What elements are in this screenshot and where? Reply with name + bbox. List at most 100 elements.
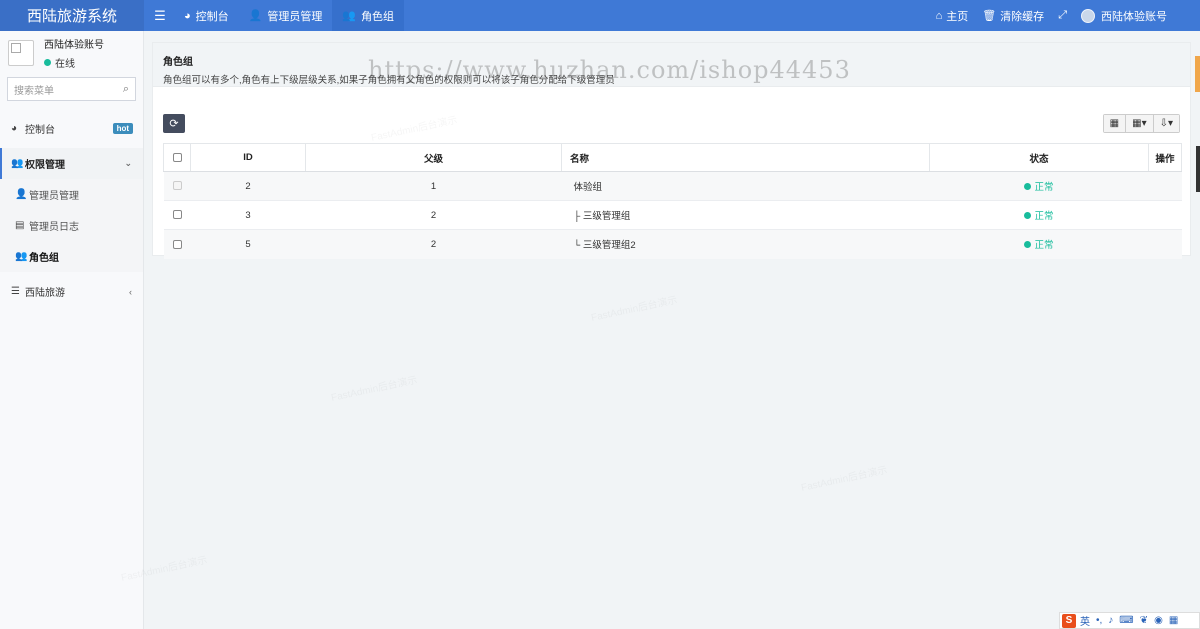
status-dot-icon xyxy=(1024,240,1032,248)
list-alt-icon: ▤ xyxy=(15,220,25,231)
cell-id: 2 xyxy=(190,171,306,201)
table-row[interactable]: 2 1 体验组 正常 xyxy=(163,171,1182,201)
export-icon: ⇩▾ xyxy=(1159,117,1173,129)
cell-actions xyxy=(1148,171,1182,201)
app-logo[interactable]: 西陆旅游系统 xyxy=(0,0,144,31)
users-icon: 👥 xyxy=(11,158,24,169)
row-checkbox[interactable] xyxy=(172,210,182,220)
cell-actions xyxy=(1148,200,1182,230)
account-menu[interactable]: 西陆体验账号 xyxy=(1074,8,1174,24)
user-panel: 西陆体验账号 在线 xyxy=(0,31,143,75)
watermark: FastAdmin后台演示 xyxy=(799,461,888,494)
refresh-button[interactable]: ⟳ xyxy=(163,113,185,133)
clear-cache-button[interactable]: 🗑 清除缓存 xyxy=(975,8,1051,24)
row-checkbox-cell xyxy=(163,200,191,230)
cell-status: 正常 xyxy=(929,229,1149,259)
gamepad-icon[interactable]: ◉ xyxy=(1154,615,1163,626)
dashboard-icon: ◕ xyxy=(11,123,18,134)
refresh-icon: ⟳ xyxy=(169,117,179,130)
chevron-down-icon: ⌄ xyxy=(124,158,132,168)
row-checkbox-cell xyxy=(163,229,191,259)
cell-name: └ 三级管理组2 xyxy=(561,229,930,259)
columns-button[interactable]: ▦▾ xyxy=(1126,114,1154,132)
cell-status: 正常 xyxy=(929,200,1149,230)
top-navbar: 西陆旅游系统 ☰ ◕ 控制台 👤 管理员管理 👥 角色组 ⌂ 主页 🗑 清除缓存 ⤢ 西陆… xyxy=(0,0,1200,31)
table-row[interactable]: 3 2 ├ 三级管理组 正常 xyxy=(163,200,1182,230)
avatar xyxy=(1081,8,1095,23)
sidebar-toggle-button[interactable]: ☰ xyxy=(146,0,174,31)
col-id[interactable]: ID xyxy=(190,143,306,172)
tab-admin-management[interactable]: 👤 管理员管理 xyxy=(239,0,333,31)
user-icon: 👤 xyxy=(248,10,263,22)
sidebar-item-admin-management[interactable]: 👤 管理员管理 xyxy=(0,179,143,210)
col-parent[interactable]: 父级 xyxy=(305,143,562,172)
col-name[interactable]: 名称 xyxy=(561,143,930,172)
home-icon: ⌂ xyxy=(935,9,943,22)
microphone-icon[interactable]: ♪ xyxy=(1108,615,1113,626)
row-checkbox xyxy=(172,181,182,191)
sogou-icon[interactable]: S xyxy=(1062,613,1076,628)
col-status[interactable]: 状态 xyxy=(929,143,1149,172)
sidebar-item-admin-log[interactable]: ▤ 管理员日志 xyxy=(0,210,143,241)
table-header-row: ID 父级 名称 状态 操作 xyxy=(163,143,1182,172)
ime-toolbar: S 英 •, ♪ ⌨ ❦ ◉ ▦ xyxy=(1059,612,1200,629)
status-dot-icon xyxy=(1024,211,1032,219)
status-badge: 正常 xyxy=(1024,237,1054,251)
status-badge: 正常 xyxy=(1024,208,1054,222)
export-button[interactable]: ⇩▾ xyxy=(1153,114,1179,132)
hot-badge: hot xyxy=(112,123,133,134)
keyboard-icon[interactable]: ⌨ xyxy=(1119,615,1133,626)
sidebar-item-xilu-travel[interactable]: ☰ 西陆旅游 ‹ xyxy=(0,276,143,307)
url-watermark: https://www.huzhan.com/ishop44453 xyxy=(368,56,851,84)
sidebar: 西陆体验账号 在线 搜索菜单 ⌕ ◕ 控制台 hot 👥 权限管理 ⌄ 👤 管理… xyxy=(0,31,144,629)
cell-parent: 1 xyxy=(305,171,562,201)
chevron-left-icon: ‹ xyxy=(129,286,132,297)
user-icon: 👤 xyxy=(15,189,28,200)
user-status: 在线 xyxy=(44,55,104,70)
fullscreen-icon: ⤢ xyxy=(1058,9,1067,21)
ime-language[interactable]: 英 xyxy=(1080,613,1090,628)
select-all-cell xyxy=(163,143,191,172)
dashboard-icon: ◕ xyxy=(184,9,191,22)
users-icon: 👥 xyxy=(342,10,357,22)
side-feedback-tab[interactable] xyxy=(1195,56,1200,92)
col-actions: 操作 xyxy=(1148,143,1182,172)
tab-dashboard[interactable]: ◕ 控制台 xyxy=(174,0,239,31)
home-link[interactable]: ⌂ 主页 xyxy=(929,8,976,24)
menu-icon: ☰ xyxy=(154,7,166,23)
skin-icon[interactable]: ❦ xyxy=(1140,615,1148,626)
row-checkbox-cell xyxy=(163,171,191,201)
list-icon: ☰ xyxy=(11,286,20,297)
status-badge: 正常 xyxy=(1024,179,1054,193)
sidebar-menu: ◕ 控制台 hot 👥 权限管理 ⌄ 👤 管理员管理 ▤ 管理员日志 👥 角色组… xyxy=(0,113,143,307)
table-row[interactable]: 5 2 └ 三级管理组2 正常 xyxy=(163,229,1182,259)
menu-search-input[interactable]: 搜索菜单 ⌕ xyxy=(7,77,136,101)
th-icon: ▦▾ xyxy=(1132,117,1147,129)
select-all-checkbox[interactable] xyxy=(172,152,182,162)
user-avatar xyxy=(8,40,34,66)
tab-role-group[interactable]: 👥 角色组 xyxy=(332,0,405,31)
trash-icon: 🗑 xyxy=(982,10,997,22)
status-dot-icon xyxy=(1024,182,1032,190)
search-icon[interactable]: ⌕ xyxy=(123,83,129,96)
toggle-view-button[interactable]: ▦ xyxy=(1103,114,1127,132)
menu-search-placeholder: 搜索菜单 xyxy=(14,85,54,97)
sidebar-item-dashboard[interactable]: ◕ 控制台 hot xyxy=(0,113,143,144)
user-name: 西陆体验账号 xyxy=(44,40,104,51)
users-icon: 👥 xyxy=(15,251,28,262)
row-checkbox[interactable] xyxy=(172,239,182,249)
cell-id: 3 xyxy=(190,200,306,230)
cell-actions xyxy=(1148,229,1182,259)
table-tools: ▦ ▦▾ ⇩▾ xyxy=(1102,113,1180,133)
sidebar-item-role-group[interactable]: 👥 角色组 xyxy=(0,241,143,272)
watermark: FastAdmin后台演示 xyxy=(589,291,678,324)
cell-parent: 2 xyxy=(305,229,562,259)
sidebar-item-permissions[interactable]: 👥 权限管理 ⌄ xyxy=(0,148,143,179)
cell-parent: 2 xyxy=(305,200,562,230)
fullscreen-button[interactable]: ⤢ xyxy=(1051,9,1074,22)
table-toolbar: ⟳ ▦ ▦▾ ⇩▾ xyxy=(153,103,1190,143)
side-scroll-tab[interactable] xyxy=(1196,146,1200,192)
punctuation-icon[interactable]: •, xyxy=(1096,615,1102,626)
watermark: FastAdmin后台演示 xyxy=(329,371,418,404)
grid-icon[interactable]: ▦ xyxy=(1169,615,1178,626)
